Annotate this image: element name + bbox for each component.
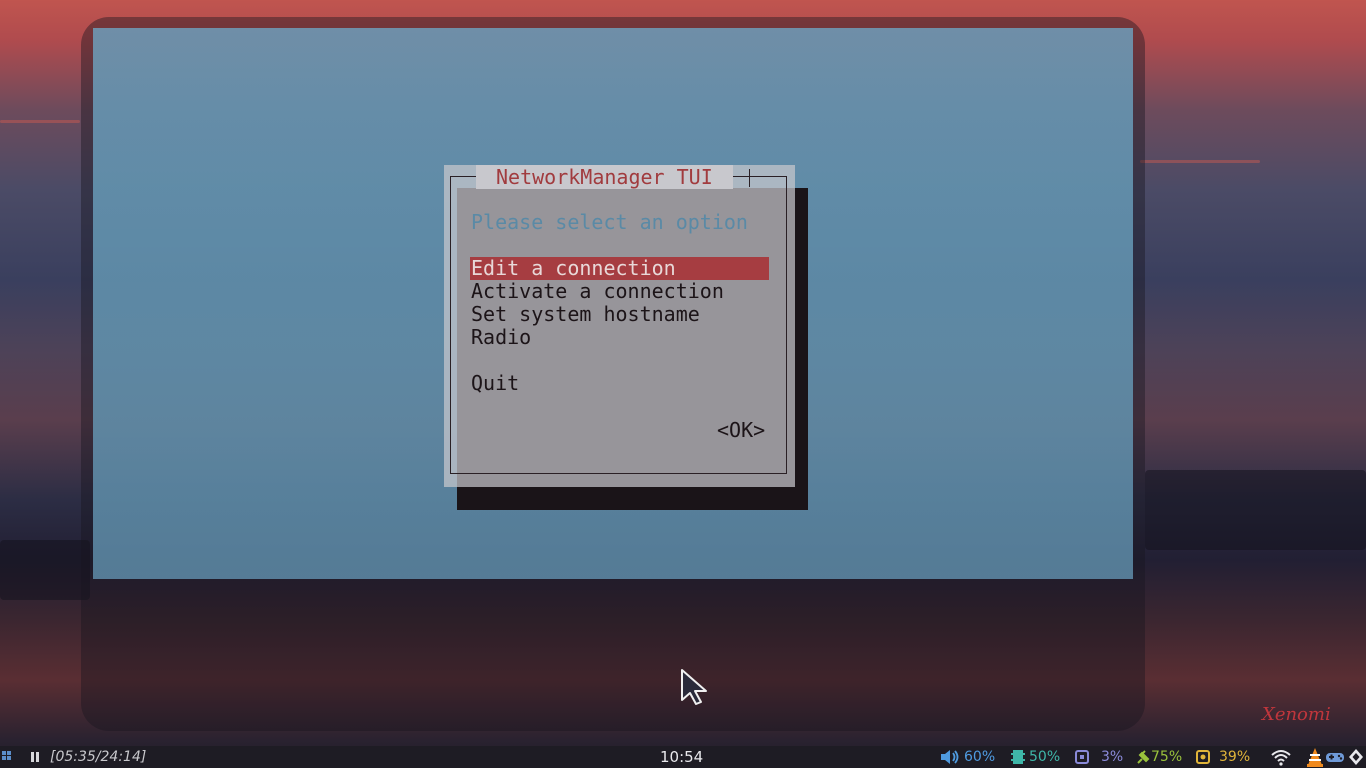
- wallpaper-shadow: [1145, 470, 1366, 550]
- taskbar: [05:35/24:14] 10:54 60% 50% 3% 75% 39%: [0, 746, 1366, 768]
- menu-item-set-hostname[interactable]: Set system hostname: [470, 303, 769, 326]
- memory-value: 50%: [1029, 749, 1061, 765]
- menu-item-edit-connection[interactable]: Edit a connection: [470, 257, 769, 280]
- battery-plug-icon: [1137, 750, 1150, 764]
- memory-icon: [1011, 750, 1025, 764]
- battery-status: 75%: [1136, 746, 1182, 768]
- start-menu-icon[interactable]: [2, 751, 12, 763]
- pause-icon[interactable]: [30, 752, 40, 762]
- volume-value: 60%: [964, 749, 996, 765]
- media-player-time: [05:35/24:14]: [50, 749, 147, 765]
- mouse-cursor-icon: [681, 669, 707, 705]
- menu-spacer: [470, 349, 769, 372]
- brightness-status: 39%: [1196, 746, 1250, 768]
- brightness-icon: [1196, 750, 1210, 764]
- cpu-icon: [1075, 750, 1089, 764]
- title-bracket-right: [749, 169, 750, 187]
- cpu-status: 3%: [1075, 746, 1123, 768]
- brightness-value: 39%: [1219, 749, 1251, 765]
- menu-item-radio[interactable]: Radio: [470, 326, 769, 349]
- speaker-icon: [941, 750, 959, 764]
- gamepad-icon[interactable]: [1325, 746, 1345, 768]
- options-menu: Edit a connection Activate a connection …: [470, 257, 769, 395]
- volume-status[interactable]: 60%: [940, 746, 995, 768]
- memory-status: 50%: [1011, 746, 1060, 768]
- wallpaper-shadow: [0, 540, 90, 600]
- taskbar-clock[interactable]: 10:54: [660, 746, 703, 768]
- battery-value: 75%: [1151, 749, 1183, 765]
- cpu-value: 3%: [1101, 749, 1124, 765]
- menu-item-activate-connection[interactable]: Activate a connection: [470, 280, 769, 303]
- dialog-prompt: Please select an option: [471, 210, 748, 234]
- ok-button[interactable]: <OK>: [717, 418, 765, 442]
- wifi-icon[interactable]: [1270, 746, 1292, 768]
- menu-item-quit[interactable]: Quit: [470, 372, 769, 395]
- wallpaper-streak: [1140, 160, 1260, 163]
- nmtui-dialog: NetworkManager TUI Please select an opti…: [444, 165, 795, 487]
- artist-signature: Xenomi: [1262, 704, 1331, 725]
- dialog-title: NetworkManager TUI: [476, 165, 733, 189]
- vlc-icon[interactable]: [1306, 746, 1324, 768]
- diamond-icon[interactable]: [1347, 746, 1365, 768]
- wallpaper-streak: [0, 120, 80, 123]
